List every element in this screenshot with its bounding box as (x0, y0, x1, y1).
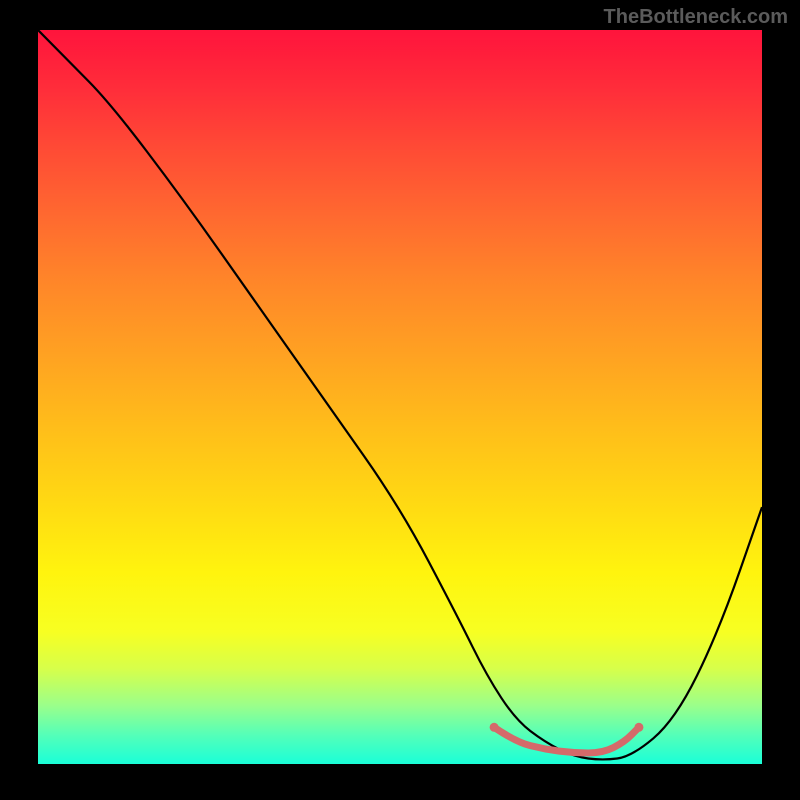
watermark-text: TheBottleneck.com (604, 6, 788, 29)
trough-end-dot (490, 723, 499, 732)
trough-marker-line (494, 727, 639, 753)
trough-end-dot (634, 723, 643, 732)
bottleneck-curve-line (38, 30, 762, 759)
trough-marker-dots (490, 723, 644, 732)
chart-plot-area (38, 30, 762, 764)
chart-svg (38, 30, 762, 764)
